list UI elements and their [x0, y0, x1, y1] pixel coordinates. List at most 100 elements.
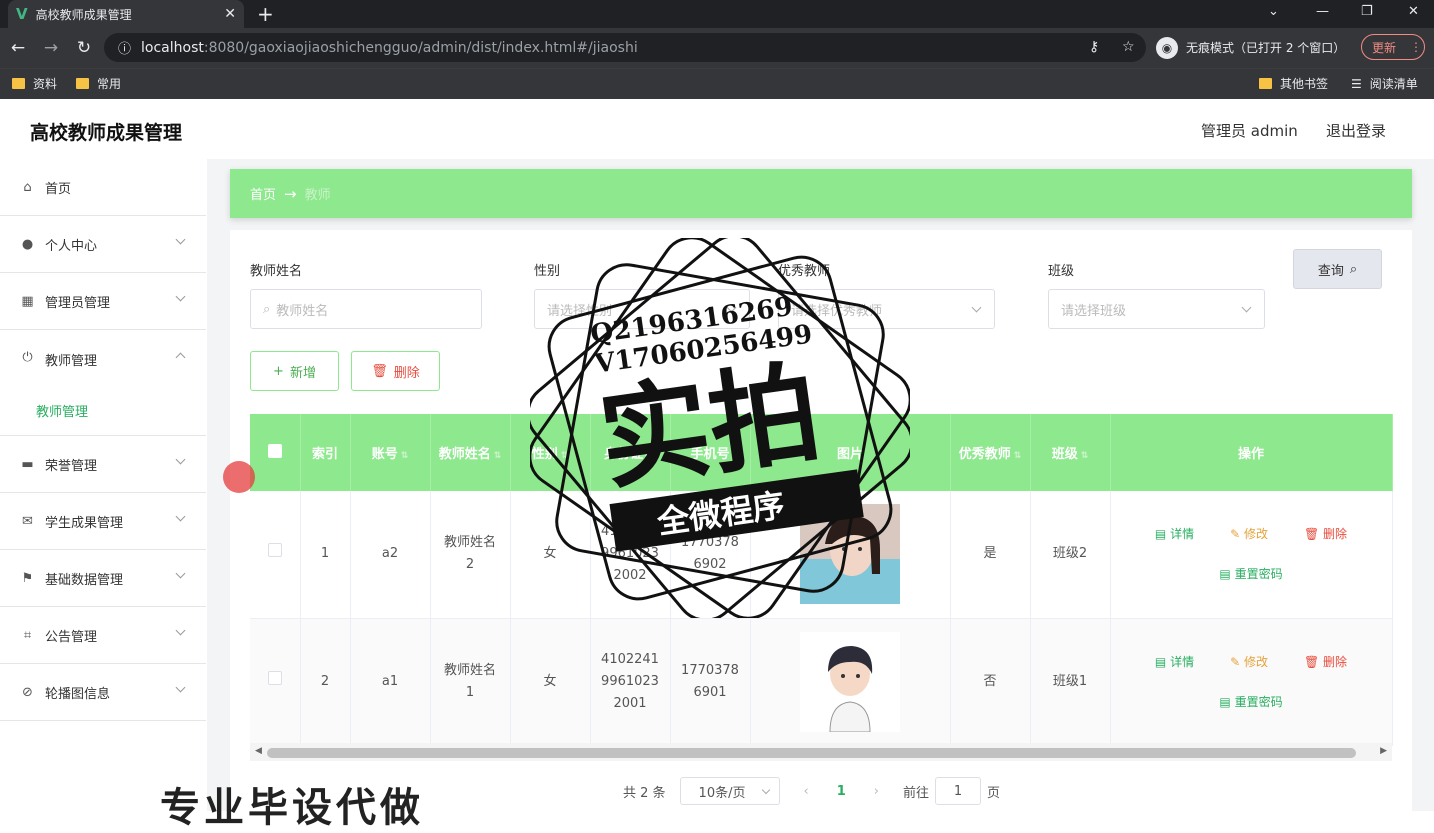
row-checkbox[interactable]: [267, 670, 282, 685]
cell-name: 教师姓名2: [430, 491, 511, 619]
bookmark-folder[interactable]: 常用: [76, 75, 121, 92]
delete-button[interactable]: 🗑 删除: [1296, 519, 1355, 549]
detail-label: 详情: [1170, 527, 1195, 542]
main-content: 首页 → 教师 教师姓名 ⌕ 教师姓名 性别 请选择性别 优秀教师 请选择优秀教师…: [207, 159, 1434, 820]
new-tab-icon[interactable]: +: [257, 2, 274, 26]
sidebar-item-notices[interactable]: ⌗ 公告管理: [0, 607, 206, 664]
next-page-icon[interactable]: ›: [874, 784, 879, 799]
minimize-icon[interactable]: —: [1316, 4, 1329, 19]
sex-select[interactable]: 请选择性别: [534, 289, 750, 329]
update-button[interactable]: 更新 ⋮: [1361, 34, 1425, 60]
teacher-photo: [800, 631, 900, 732]
sidebar-subitem-teacher-manage[interactable]: 教师管理: [36, 401, 88, 420]
remove-label: 删除: [1323, 654, 1348, 669]
sidebar-item-student-results[interactable]: ✉ 学生成果管理: [0, 493, 206, 550]
excellent-placeholder: 请选择优秀教师: [791, 303, 883, 319]
app-header: 高校教师成果管理 管理员 admin 退出登录: [0, 99, 1434, 159]
crop-icon: ⌗: [23, 627, 32, 643]
sort-icon[interactable]: ⇅: [561, 451, 569, 461]
col-account[interactable]: 账号 ⇅: [350, 414, 431, 491]
reset-password-button[interactable]: ▤ 重置密码: [1211, 687, 1290, 717]
row-select-cell[interactable]: [250, 491, 301, 619]
sidebar-item-teachers[interactable]: ⏻ 教师管理: [0, 330, 206, 436]
bookmark-star-icon[interactable]: ☆: [1122, 39, 1135, 55]
horizontal-scrollbar[interactable]: ◀ ▶: [250, 743, 1392, 761]
bookmarks-bar: 资料 常用 其他书签 ☰ 阅读清单: [0, 68, 1434, 99]
current-page[interactable]: 1: [837, 784, 846, 799]
power-icon: ⏻: [22, 350, 33, 365]
reading-list[interactable]: ☰ 阅读清单: [1351, 75, 1418, 92]
row-select-cell[interactable]: [250, 618, 301, 746]
bookmark-folder[interactable]: 资料: [12, 75, 57, 92]
col-name[interactable]: 教师姓名 ⇅: [430, 414, 511, 491]
select-all-cell[interactable]: [250, 414, 301, 491]
scroll-left-icon[interactable]: ◀: [255, 746, 262, 756]
close-window-icon[interactable]: ✕: [1408, 4, 1419, 19]
menu-dots-icon: ⋮: [1410, 40, 1423, 54]
col-class[interactable]: 班级 ⇅: [1030, 414, 1111, 491]
class-select[interactable]: 请选择班级: [1048, 289, 1265, 329]
scroll-thumb[interactable]: [267, 748, 1356, 758]
reset-password-button[interactable]: ▤ 重置密码: [1211, 559, 1290, 589]
cell-photo: [750, 491, 951, 619]
breadcrumb-home[interactable]: 首页: [250, 184, 276, 203]
col-photo[interactable]: 图片: [750, 414, 951, 491]
delete-button[interactable]: 🗑 删除: [1296, 647, 1355, 677]
reload-icon[interactable]: ↻: [69, 38, 99, 58]
batch-delete-button[interactable]: 🗑 删除: [351, 351, 440, 391]
incognito-indicator[interactable]: ◉ 无痕模式（已打开 2 个窗口）: [1156, 33, 1345, 62]
sidebar-item-carousel[interactable]: ⊘ 轮播图信息: [0, 664, 206, 721]
address-bar[interactable]: ⓘ localhost :8080/gaoxiaojiaoshichengguo…: [104, 33, 1146, 62]
goto-page-input[interactable]: 1: [935, 777, 982, 805]
close-tab-icon[interactable]: ✕: [224, 6, 236, 22]
sidebar-item-base-data[interactable]: ⚑ 基础数据管理: [0, 550, 206, 607]
edit-button[interactable]: ✎ 修改: [1222, 519, 1276, 549]
document-icon: ▤: [1219, 694, 1235, 709]
plus-icon: +: [273, 363, 284, 379]
detail-button[interactable]: ▤ 详情: [1147, 519, 1202, 549]
password-key-icon[interactable]: ⚷: [1089, 39, 1099, 55]
name-search-input[interactable]: ⌕ 教师姓名: [250, 289, 482, 329]
sort-icon[interactable]: ⇅: [1081, 451, 1089, 461]
col-excellent[interactable]: 优秀教师 ⇅: [950, 414, 1031, 491]
incognito-label: 无痕模式（已打开 2 个窗口）: [1186, 41, 1346, 55]
restore-icon[interactable]: ❐: [1361, 4, 1373, 19]
cell-photo: [750, 618, 951, 746]
sidebar-item-honors[interactable]: ▬ 荣誉管理: [0, 436, 206, 493]
col-sex[interactable]: 性别 ⇅: [510, 414, 591, 491]
sort-icon[interactable]: ⇅: [1014, 451, 1022, 461]
col-phone[interactable]: 手机号: [670, 414, 751, 491]
row-checkbox[interactable]: [267, 543, 282, 558]
sidebar-item-admins[interactable]: ▦ 管理员管理: [0, 273, 206, 330]
select-all-checkbox[interactable]: [267, 443, 282, 458]
edit-label: 修改: [1243, 654, 1268, 669]
grid-icon: ▦: [21, 293, 34, 309]
page-size-select[interactable]: 10条/页: [679, 777, 780, 805]
vue-logo-icon: V: [16, 5, 28, 23]
sort-icon[interactable]: ⇅: [494, 451, 502, 461]
forward-icon[interactable]: →: [36, 38, 66, 58]
sort-icon[interactable]: ⇅: [401, 451, 409, 461]
sidebar-item-home[interactable]: ⌂ 首页: [0, 159, 206, 216]
tab-search-icon[interactable]: ⌄: [1268, 4, 1279, 19]
chevron-down-icon: [175, 454, 186, 465]
browser-tab[interactable]: V 高校教师成果管理 ✕: [8, 0, 244, 28]
admin-user: 管理员 admin: [1201, 122, 1298, 140]
sidebar-item-label: 个人中心: [45, 238, 98, 254]
col-index: 索引: [300, 414, 351, 491]
incognito-icon: ◉: [1156, 36, 1178, 59]
back-icon[interactable]: ←: [3, 38, 33, 58]
sidebar-item-profile[interactable]: ● 个人中心: [0, 216, 206, 273]
excellent-select[interactable]: 请选择优秀教师: [778, 289, 995, 329]
site-info-icon[interactable]: ⓘ: [118, 38, 131, 57]
query-button[interactable]: 查询 ⌕: [1293, 249, 1382, 289]
prev-page-icon[interactable]: ‹: [804, 784, 809, 799]
col-idcard-label: 身份证号: [603, 447, 656, 462]
scroll-right-icon[interactable]: ▶: [1380, 746, 1387, 756]
add-button[interactable]: + 新增: [250, 351, 339, 391]
other-bookmarks[interactable]: 其他书签: [1259, 75, 1328, 92]
edit-button[interactable]: ✎ 修改: [1222, 647, 1276, 677]
col-idcard[interactable]: 身份证号: [590, 414, 671, 491]
logout-link[interactable]: 退出登录: [1326, 120, 1386, 141]
detail-button[interactable]: ▤ 详情: [1147, 647, 1202, 677]
